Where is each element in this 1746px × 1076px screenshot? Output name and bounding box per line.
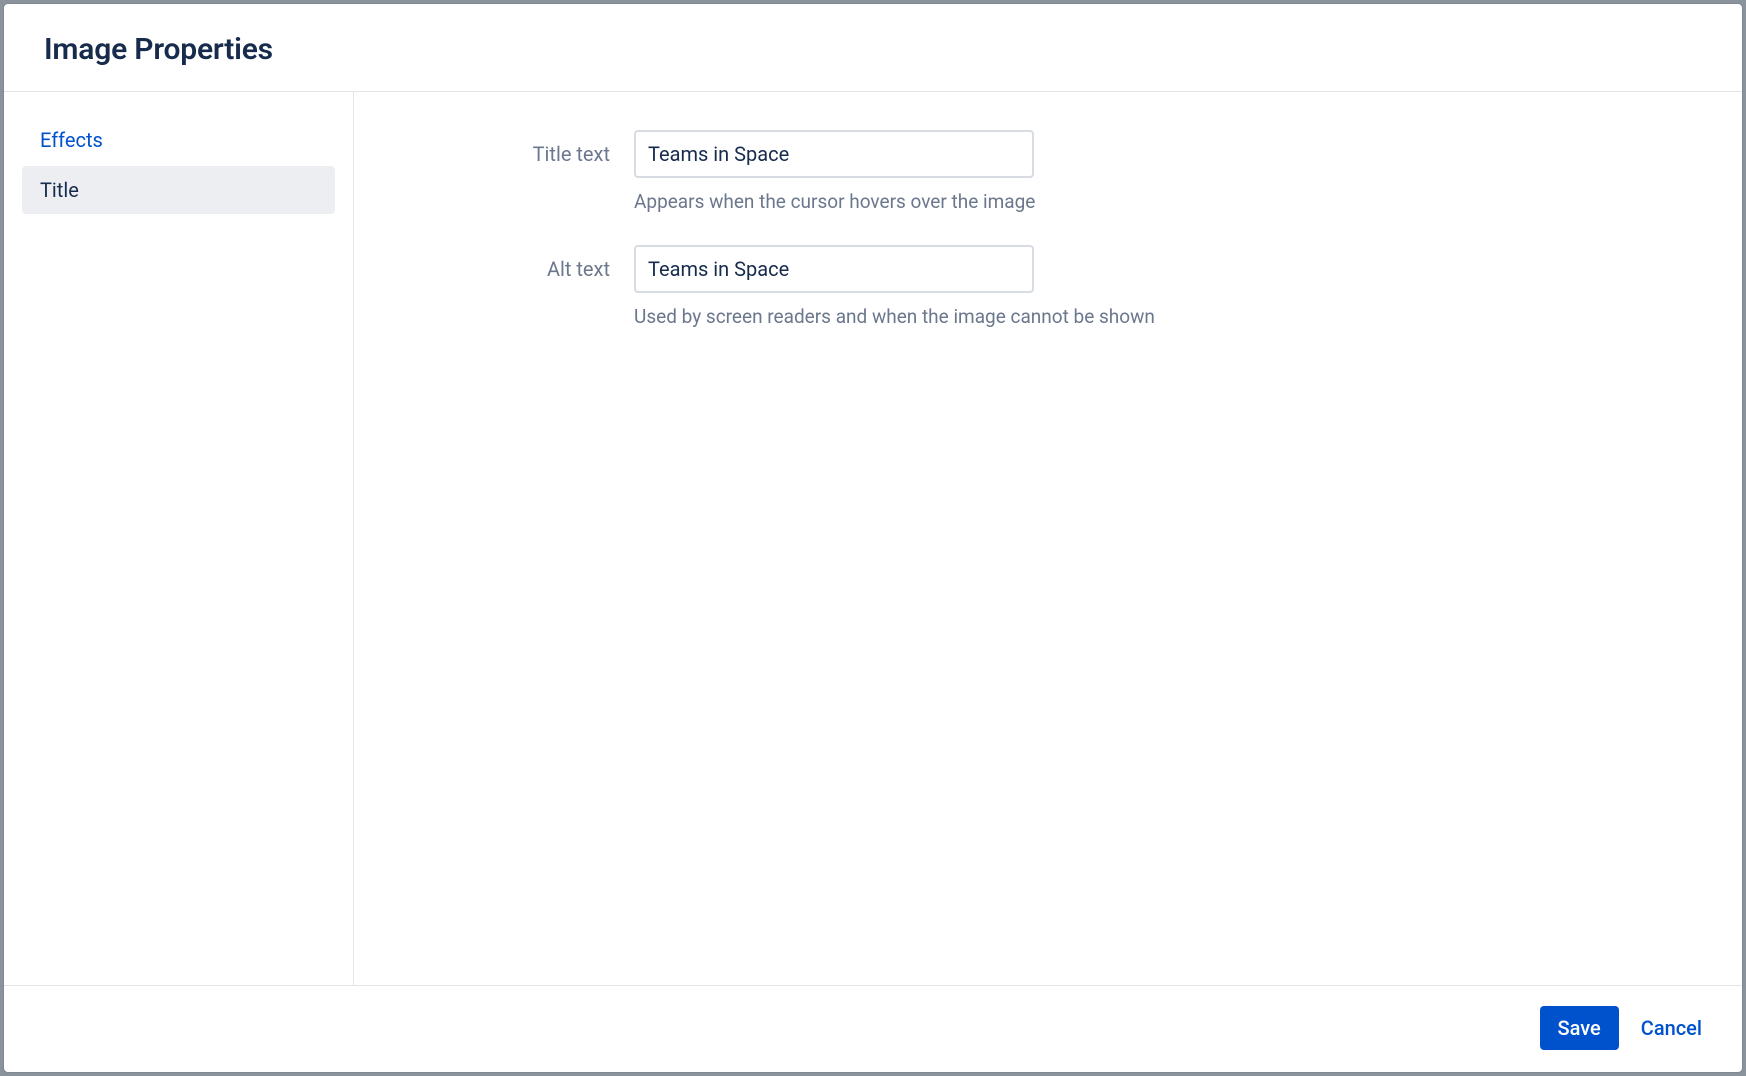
sidebar-item-label: Effects [40, 128, 103, 152]
sidebar-item-effects[interactable]: Effects [22, 116, 335, 164]
content-panel: Title text Appears when the cursor hover… [354, 92, 1742, 985]
cancel-button[interactable]: Cancel [1637, 1006, 1706, 1050]
sidebar: Effects Title [4, 92, 354, 985]
dialog-body: Effects Title Title text Appears when th… [4, 92, 1742, 985]
dialog-header: Image Properties [4, 4, 1742, 92]
sidebar-item-label: Title [40, 178, 79, 202]
alt-text-label: Alt text [394, 245, 634, 281]
alt-text-input[interactable] [634, 245, 1034, 293]
dialog-title: Image Properties [44, 32, 1702, 67]
title-text-label: Title text [394, 130, 634, 166]
save-button[interactable]: Save [1540, 1006, 1619, 1050]
alt-text-field-wrapper: Used by screen readers and when the imag… [634, 245, 1155, 328]
image-properties-dialog: Image Properties Effects Title Title tex… [4, 4, 1742, 1072]
form-row-title-text: Title text Appears when the cursor hover… [394, 130, 1702, 213]
alt-text-hint: Used by screen readers and when the imag… [634, 305, 1155, 328]
title-text-field-wrapper: Appears when the cursor hovers over the … [634, 130, 1035, 213]
title-text-input[interactable] [634, 130, 1034, 178]
dialog-footer: Save Cancel [4, 985, 1742, 1072]
form-row-alt-text: Alt text Used by screen readers and when… [394, 245, 1702, 328]
title-text-hint: Appears when the cursor hovers over the … [634, 190, 1035, 213]
sidebar-item-title[interactable]: Title [22, 166, 335, 214]
